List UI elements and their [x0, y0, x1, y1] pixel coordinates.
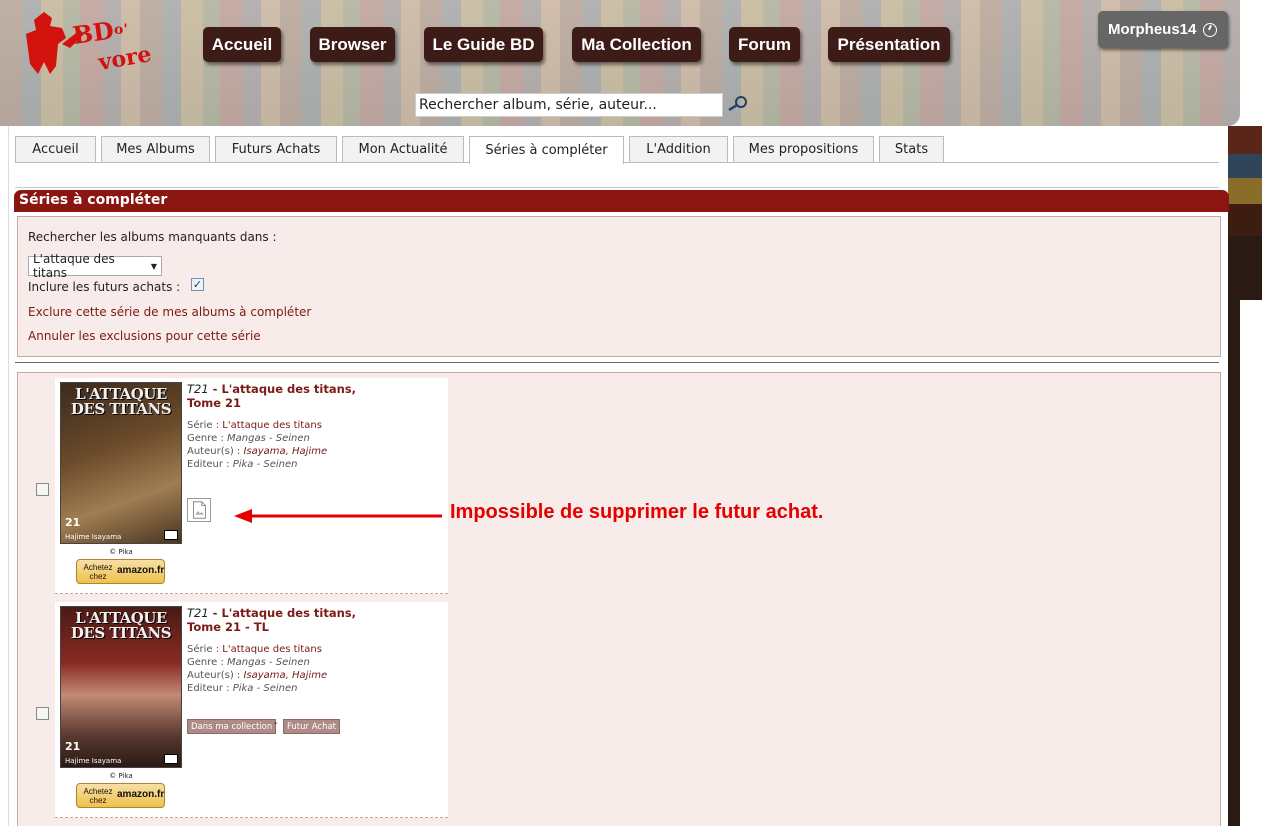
album-info: T21 - L'attaque des titans, Tome 21 Série…: [187, 382, 356, 471]
nav-forum[interactable]: Forum: [729, 27, 800, 62]
divider: [15, 187, 1219, 188]
amazon-text: Achetez chez: [83, 787, 113, 805]
include-label: Inclure les futurs achats :: [28, 280, 181, 294]
tab-bar: Accueil Mes Albums Futurs Achats Mon Act…: [15, 136, 949, 164]
tab-addition[interactable]: L'Addition: [629, 136, 728, 162]
cover-author: Hajime Isayama: [65, 533, 122, 541]
cancel-exclusions-link[interactable]: Annuler les exclusions pour cette série: [28, 329, 261, 343]
auteurs-label: Auteur(s) :: [187, 670, 241, 681]
amazon-logo: amazon.fr: [117, 789, 165, 800]
serie-link[interactable]: L'attaque des titans: [222, 644, 322, 655]
cover-title: L'ATTAQUE DES TITANS: [70, 385, 172, 418]
series-select-value: L'attaque des titans: [33, 252, 115, 280]
amazon-text: Achetez chez: [83, 563, 113, 581]
svg-text:BD: BD: [71, 16, 116, 50]
section-title: Séries à compléter: [14, 190, 1229, 212]
tome-number: T21: [187, 606, 209, 620]
svg-text:vore: vore: [96, 41, 154, 76]
album-title-line1: L'attaque des titans,: [221, 606, 357, 620]
page-margin: [1240, 300, 1262, 826]
clock-icon: [1203, 22, 1218, 37]
editeur-value: Pika - Seinen: [232, 459, 298, 470]
amazon-logo: amazon.fr: [117, 565, 165, 576]
amazon-button[interactable]: Achetez chez amazon.fr: [76, 783, 165, 808]
search-label: Rechercher les albums manquants dans :: [28, 230, 277, 244]
serie-label: Série :: [187, 420, 220, 431]
tab-mes-albums[interactable]: Mes Albums: [101, 136, 210, 162]
album-cover[interactable]: L'ATTAQUE DES TITANS 21 Hajime Isayama: [60, 606, 182, 768]
results-panel: L'ATTAQUE DES TITANS 21 Hajime Isayama ©…: [17, 372, 1221, 826]
document-icon[interactable]: [187, 498, 211, 522]
svg-text:o': o': [114, 22, 128, 38]
album-title-link[interactable]: T21 - L'attaque des titans, Tome 21 - TL: [187, 606, 356, 634]
album-card: L'ATTAQUE DES TITANS 21 Hajime Isayama ©…: [55, 602, 448, 818]
auteurs-link[interactable]: Isayama, Hajime: [243, 670, 327, 681]
cover-title: L'ATTAQUE DES TITANS: [70, 609, 172, 642]
nav-presentation[interactable]: Présentation: [828, 27, 950, 62]
user-menu[interactable]: Morpheus14: [1098, 11, 1228, 48]
serie-link[interactable]: L'attaque des titans: [222, 420, 322, 431]
search-input[interactable]: [415, 93, 723, 117]
nav-ma-collection[interactable]: Ma Collection: [572, 27, 701, 62]
album-checkbox[interactable]: [36, 483, 49, 496]
divider: [15, 362, 1219, 363]
publisher-logo: [164, 754, 178, 764]
chevron-down-icon: ▼: [150, 261, 157, 271]
search-icon[interactable]: [727, 94, 749, 114]
editeur-label: Editeur :: [187, 683, 230, 694]
cover-number: 21: [65, 516, 81, 529]
album-card: L'ATTAQUE DES TITANS 21 Hajime Isayama ©…: [55, 378, 448, 594]
annotation-arrow: [234, 509, 442, 523]
genre-value: Mangas - Seinen: [227, 433, 310, 444]
tab-series-a-completer[interactable]: Séries à compléter: [469, 136, 624, 164]
album-title-line2: Tome 21 - TL: [187, 620, 269, 634]
button-separator: -: [274, 718, 278, 729]
tab-accueil[interactable]: Accueil: [15, 136, 96, 162]
genre-label: Genre :: [187, 657, 224, 668]
bdovore-logo[interactable]: BD o' vore: [22, 4, 170, 78]
annotation-text: Impossible de supprimer le futur achat.: [450, 501, 824, 523]
cover-copyright: © Pika: [109, 772, 133, 780]
auteurs-link[interactable]: Isayama, Hajime: [243, 446, 327, 457]
username: Morpheus14: [1108, 21, 1197, 38]
tab-mes-propositions[interactable]: Mes propositions: [733, 136, 874, 162]
tome-number: T21: [187, 382, 209, 396]
filter-panel: Rechercher les albums manquants dans : L…: [17, 216, 1221, 357]
album-title-line1: L'attaque des titans,: [221, 382, 357, 396]
cover-number: 21: [65, 740, 81, 753]
nav-browser[interactable]: Browser: [310, 27, 395, 62]
nav-accueil[interactable]: Accueil: [203, 27, 281, 62]
tab-mon-actualite[interactable]: Mon Actualité: [342, 136, 464, 162]
auteurs-label: Auteur(s) :: [187, 446, 241, 457]
cover-copyright: © Pika: [109, 548, 133, 556]
album-cover[interactable]: L'ATTAQUE DES TITANS 21 Hajime Isayama: [60, 382, 182, 544]
album-title-line2: Tome 21: [187, 396, 242, 410]
album-info: T21 - L'attaque des titans, Tome 21 - TL …: [187, 606, 356, 695]
album-checkbox[interactable]: [36, 707, 49, 720]
tab-futurs-achats[interactable]: Futurs Achats: [215, 136, 337, 162]
publisher-logo: [164, 530, 178, 540]
tab-stats[interactable]: Stats: [879, 136, 944, 162]
amazon-button[interactable]: Achetez chez amazon.fr: [76, 559, 165, 584]
genre-value: Mangas - Seinen: [227, 657, 310, 668]
album-title-link[interactable]: T21 - L'attaque des titans, Tome 21: [187, 382, 356, 410]
exclude-series-link[interactable]: Exclure cette série de mes albums à comp…: [28, 305, 311, 319]
serie-label: Série :: [187, 644, 220, 655]
nav-guide-bd[interactable]: Le Guide BD: [424, 27, 543, 62]
future-purchase-button[interactable]: Futur Achat: [283, 719, 340, 734]
in-collection-button[interactable]: Dans ma collection: [187, 719, 277, 734]
editeur-label: Editeur :: [187, 459, 230, 470]
cover-author: Hajime Isayama: [65, 757, 122, 765]
series-select[interactable]: L'attaque des titans ▼: [28, 252, 162, 280]
editeur-value: Pika - Seinen: [232, 683, 298, 694]
genre-label: Genre :: [187, 433, 224, 444]
site-banner: BD o' vore Accueil Browser Le Guide BD M…: [0, 0, 1240, 126]
include-checkbox[interactable]: ✓: [191, 278, 204, 291]
main-content: Accueil Mes Albums Futurs Achats Mon Act…: [8, 126, 1229, 826]
